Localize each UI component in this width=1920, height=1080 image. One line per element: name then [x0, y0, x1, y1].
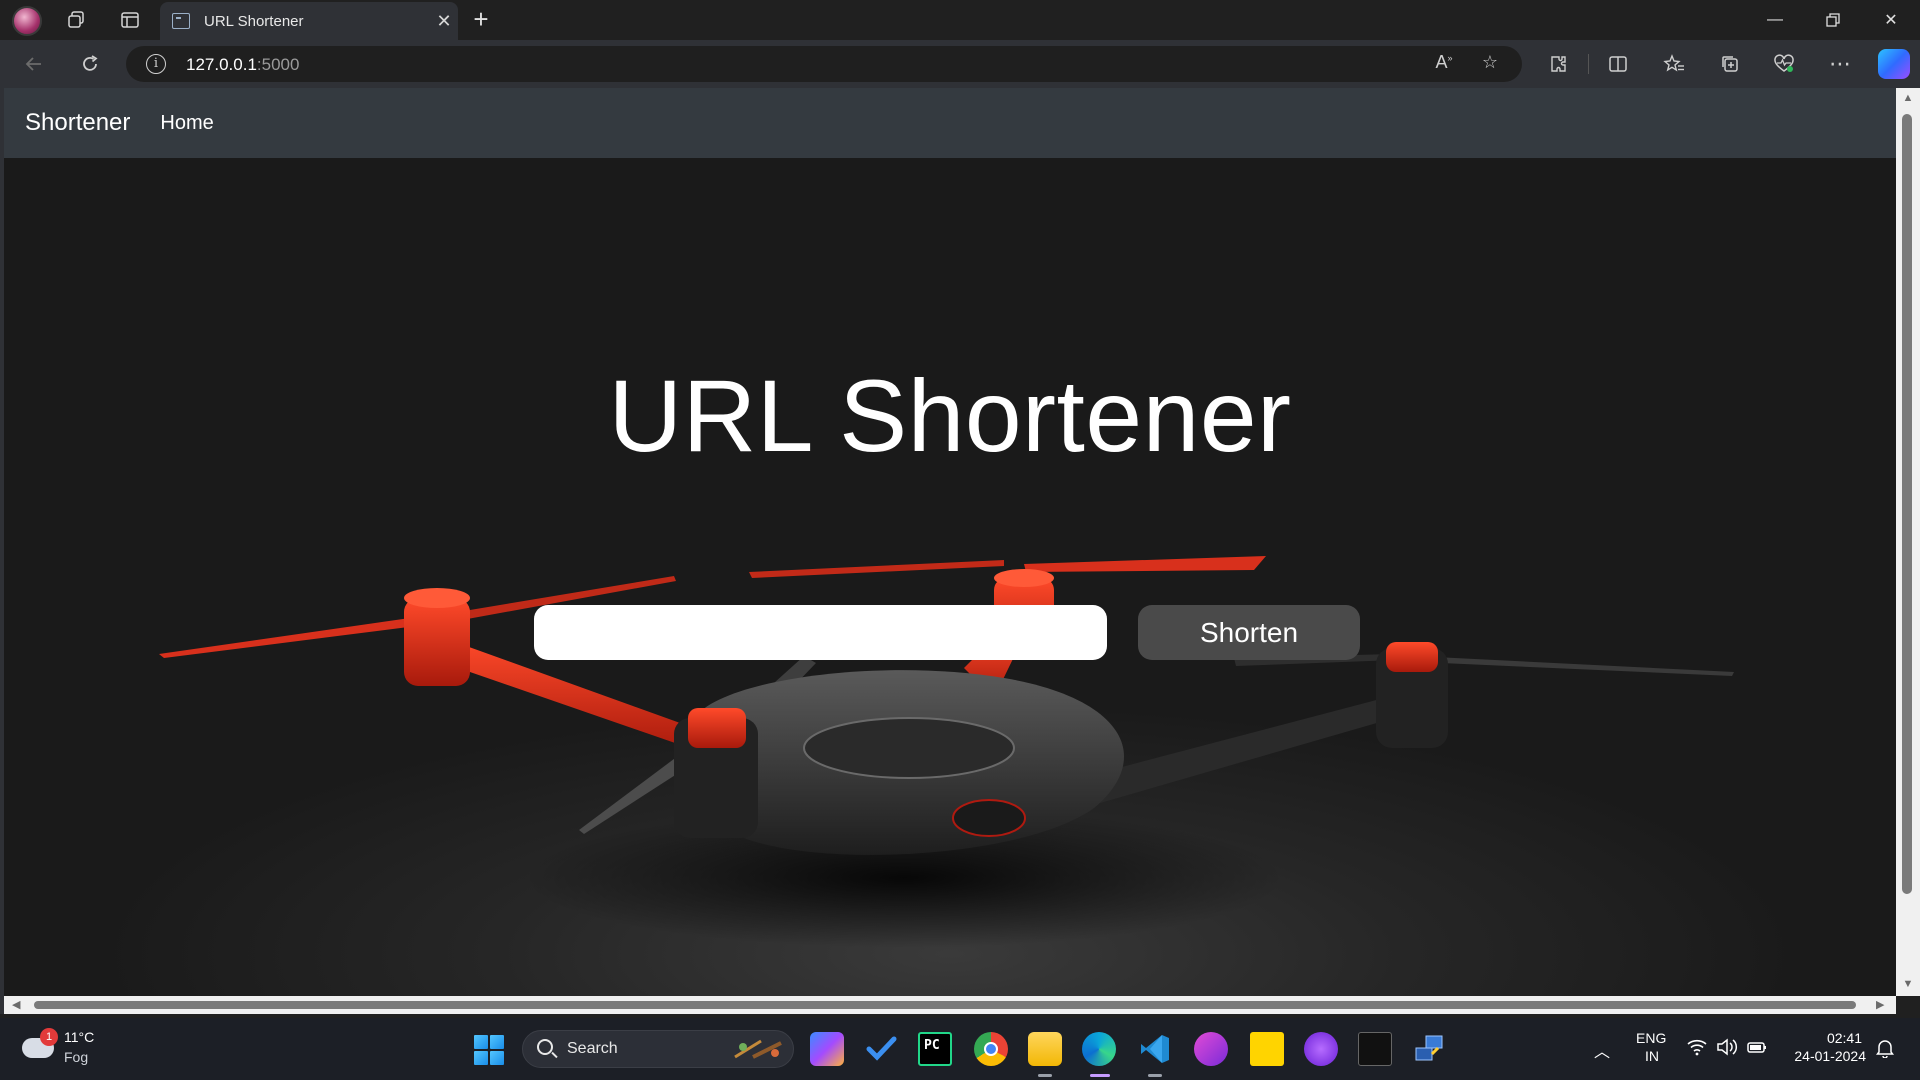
extensions-icon[interactable]	[1540, 48, 1576, 80]
scroll-right-arrow-icon[interactable]: ▶	[1876, 998, 1884, 1011]
search-icon	[537, 1039, 553, 1055]
workspaces-icon[interactable]	[60, 6, 92, 34]
vertical-scroll-thumb[interactable]	[1902, 114, 1912, 894]
read-aloud-icon[interactable]: A»	[1430, 52, 1458, 76]
toolbar-divider	[1588, 54, 1589, 74]
weather-temperature: 11°C	[64, 1029, 95, 1045]
collections-icon[interactable]	[1712, 48, 1748, 80]
back-button[interactable]	[16, 48, 52, 80]
show-hidden-icons-chevron-up-icon[interactable]: ︿	[1594, 1038, 1610, 1062]
file-explorer-icon[interactable]	[1028, 1032, 1062, 1066]
vertical-scrollbar[interactable]: ▲ ▼	[1896, 88, 1920, 996]
browser-essentials-icon[interactable]	[1766, 48, 1802, 80]
clock-time: 02:41	[1826, 1030, 1862, 1046]
start-button-windows-icon[interactable]	[474, 1035, 504, 1065]
file-explorer-indicator	[1038, 1074, 1052, 1077]
clock[interactable]: 02:41 24-01-2024	[1786, 1030, 1866, 1064]
scroll-up-arrow-icon[interactable]: ▲	[1902, 92, 1914, 104]
tab-url-shortener[interactable]: URL Shortener ✕	[160, 2, 458, 40]
shorten-button[interactable]: Shorten	[1138, 605, 1360, 660]
favorite-star-icon[interactable]: ☆	[1476, 52, 1504, 76]
minimize-button[interactable]: —	[1746, 0, 1804, 40]
language-line2: IN	[1645, 1048, 1659, 1064]
address-port: :5000	[256, 55, 300, 74]
split-screen-icon[interactable]	[1600, 48, 1636, 80]
taskbar-search[interactable]: Search	[522, 1030, 794, 1068]
edge-icon[interactable]	[1082, 1032, 1116, 1066]
terminal-icon[interactable]	[1358, 1032, 1392, 1066]
edge-active-indicator	[1090, 1074, 1110, 1077]
battery-icon[interactable]	[1746, 1038, 1768, 1061]
address-url[interactable]: 127.0.0.1:5000	[186, 55, 299, 75]
weather-condition: Fog	[64, 1049, 89, 1065]
address-host: 127.0.0.1	[186, 55, 257, 74]
scroll-down-arrow-icon[interactable]: ▼	[1902, 978, 1914, 990]
close-window-button[interactable]: ✕	[1862, 0, 1920, 40]
language-line1: ENG	[1636, 1030, 1667, 1046]
copilot-pre-icon[interactable]	[810, 1032, 844, 1066]
tab-actions-icon[interactable]	[114, 6, 146, 34]
settings-more-icon[interactable]: ⋯	[1822, 48, 1858, 80]
todo-icon[interactable]	[864, 1032, 898, 1066]
search-highlight-icon	[734, 1039, 782, 1059]
browser-tab-strip: URL Shortener ✕ + — ✕	[0, 0, 1920, 40]
search-label: Search	[567, 1040, 618, 1057]
weather-badge: 1	[40, 1028, 58, 1046]
sticky-notes-icon[interactable]	[1250, 1032, 1284, 1066]
page-heading: URL Shortener	[608, 359, 1292, 473]
refresh-button[interactable]	[72, 48, 108, 80]
remote-icon[interactable]	[1412, 1032, 1446, 1066]
tab-close-icon[interactable]: ✕	[430, 11, 458, 32]
horizontal-scrollbar[interactable]: ◀ ▶	[4, 996, 1896, 1014]
volume-icon[interactable]	[1716, 1038, 1738, 1061]
drone-background-image	[159, 556, 1734, 948]
page-viewport: Shortener Home URL Shortener Shorten	[4, 88, 1896, 996]
scroll-left-arrow-icon[interactable]: ◀	[12, 998, 20, 1011]
tab-title: URL Shortener	[204, 12, 304, 30]
pycharm-icon[interactable]: PC	[918, 1032, 952, 1066]
weather-widget[interactable]: 1 11°C Fog	[20, 1026, 110, 1072]
game-icon[interactable]	[1194, 1032, 1228, 1066]
navbar-brand[interactable]: Shortener	[25, 109, 130, 137]
hero-section: URL Shortener Shorten	[4, 158, 1896, 996]
notification-bell-icon[interactable]	[1876, 1038, 1894, 1063]
vscode-icon[interactable]	[1138, 1032, 1172, 1066]
url-input[interactable]	[534, 605, 1107, 660]
page-favicon-icon	[172, 13, 190, 29]
windows-taskbar: 1 11°C Fog Search PC ︿ ENG IN 02:41 24-0…	[0, 1018, 1920, 1080]
clock-date: 24-01-2024	[1794, 1048, 1866, 1064]
address-bar[interactable]: i 127.0.0.1:5000 A» ☆	[126, 46, 1522, 82]
restore-button[interactable]	[1804, 0, 1862, 40]
new-tab-button[interactable]: +	[466, 6, 496, 34]
site-info-icon[interactable]: i	[146, 54, 166, 74]
favorites-icon[interactable]	[1656, 48, 1692, 80]
copilot-icon[interactable]	[1878, 49, 1910, 79]
site-navbar: Shortener Home	[4, 88, 1896, 158]
vscode-indicator	[1148, 1074, 1162, 1077]
chrome-icon[interactable]	[974, 1032, 1008, 1066]
nav-link-home[interactable]: Home	[160, 112, 213, 135]
app-icon[interactable]	[1304, 1032, 1338, 1066]
profile-avatar[interactable]	[12, 6, 42, 36]
horizontal-scroll-thumb[interactable]	[34, 1001, 1856, 1009]
language-indicator[interactable]: ENG IN	[1636, 1030, 1666, 1064]
wifi-icon[interactable]	[1686, 1038, 1708, 1061]
browser-toolbar: i 127.0.0.1:5000 A» ☆ ⋯	[0, 40, 1920, 88]
